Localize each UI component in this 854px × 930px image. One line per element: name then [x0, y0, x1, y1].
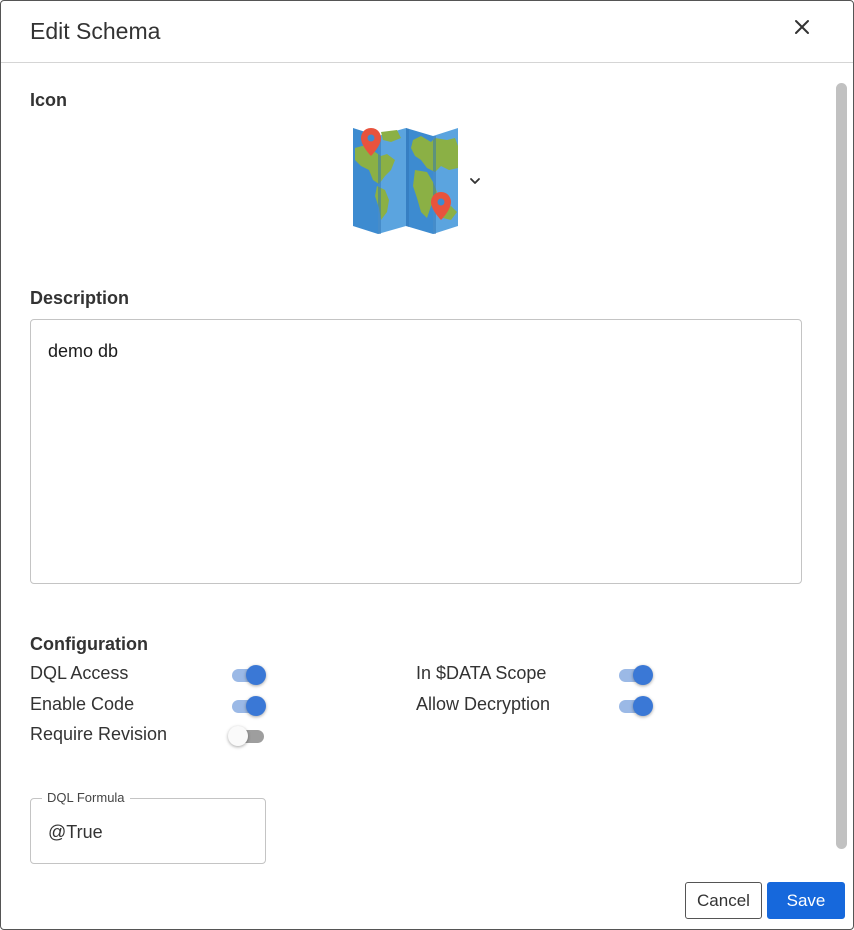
dql-formula-value: @True [48, 822, 103, 842]
require-revision-toggle[interactable] [228, 724, 266, 748]
dql-access-toggle[interactable] [230, 663, 266, 687]
close-icon [795, 20, 809, 34]
config-row-enable-code: Enable Code [30, 694, 270, 718]
toggle-thumb [633, 696, 653, 716]
toggle-thumb [228, 726, 248, 746]
cancel-button[interactable]: Cancel [685, 882, 762, 919]
icon-section-label: Icon [30, 90, 68, 110]
config-label: Require Revision [30, 724, 168, 744]
icon-picker[interactable] [351, 126, 486, 236]
dialog-title: Edit Schema [30, 18, 161, 44]
config-label: Enable Code [30, 694, 135, 714]
scrollbar-thumb[interactable] [836, 83, 847, 849]
close-button[interactable] [788, 13, 816, 41]
enable-code-toggle[interactable] [230, 694, 266, 718]
edit-schema-dialog: Edit Schema Icon Description demo db Con… [0, 0, 854, 930]
config-label: DQL Access [30, 663, 129, 683]
dql-formula-field[interactable]: DQL Formula @True [30, 790, 266, 864]
configuration-label: Configuration [30, 634, 148, 654]
config-row-dql-access: DQL Access [30, 663, 270, 687]
vertical-scrollbar[interactable] [835, 77, 849, 855]
allow-decryption-toggle[interactable] [617, 694, 653, 718]
config-label: In $DATA Scope [416, 663, 547, 683]
dql-formula-label: DQL Formula [42, 790, 130, 805]
config-row-require-revision: Require Revision [30, 724, 270, 748]
save-button[interactable]: Save [767, 882, 845, 919]
description-textarea[interactable]: demo db [30, 319, 802, 584]
toggle-thumb [633, 665, 653, 685]
in-data-scope-toggle[interactable] [617, 663, 653, 687]
description-label: Description [30, 288, 130, 308]
config-row-in-data-scope: In $DATA Scope [416, 663, 656, 687]
toggle-thumb [246, 665, 266, 685]
config-row-allow-decryption: Allow Decryption [416, 694, 656, 718]
description-value: demo db [48, 341, 119, 361]
folded-map-icon [353, 128, 458, 234]
config-label: Allow Decryption [416, 694, 551, 714]
dialog-header: Edit Schema [1, 1, 853, 63]
toggle-thumb [246, 696, 266, 716]
chevron-down-icon [470, 178, 480, 184]
